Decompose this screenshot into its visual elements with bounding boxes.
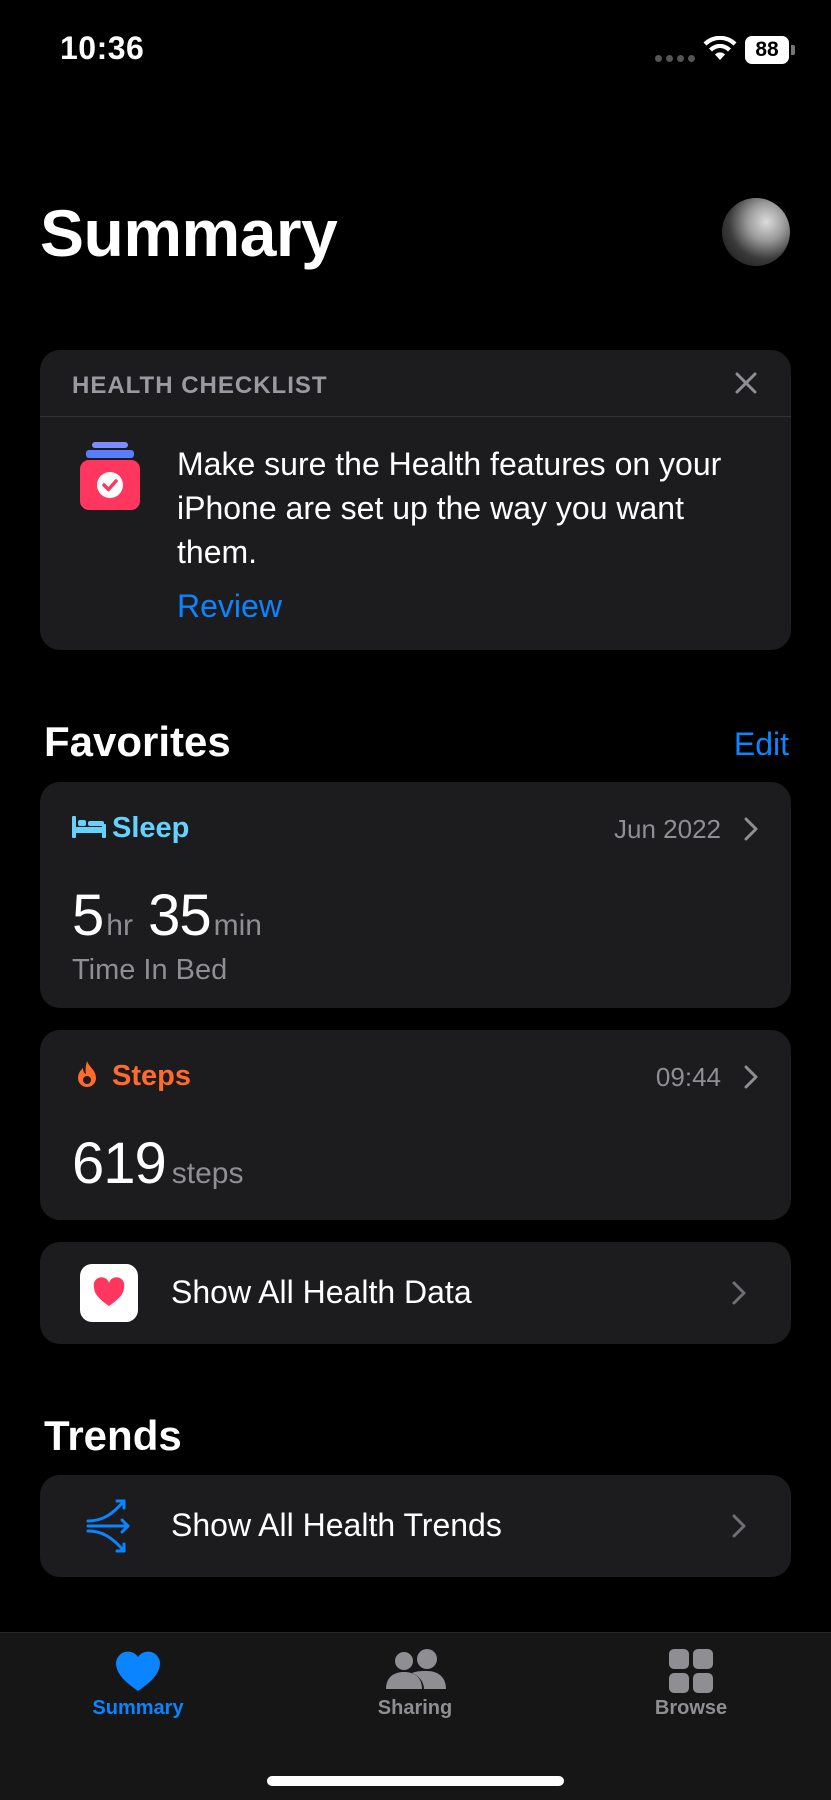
checklist-title: HEALTH CHECKLIST bbox=[72, 372, 328, 399]
status-bar: 10:36 88 bbox=[0, 0, 831, 100]
tab-summary[interactable]: Summary bbox=[48, 1649, 228, 1720]
checklist-icon bbox=[80, 442, 140, 510]
show-all-health-trends-row[interactable]: Show All Health Trends bbox=[40, 1475, 791, 1577]
trends-icon bbox=[86, 1499, 130, 1553]
sleep-minutes-unit: min bbox=[213, 909, 262, 942]
heart-icon bbox=[93, 1277, 125, 1306]
sleep-value: 5 hr 35 min bbox=[72, 882, 262, 949]
review-link[interactable]: Review bbox=[177, 588, 282, 625]
show-all-health-data-label: Show All Health Data bbox=[171, 1274, 472, 1310]
steps-timestamp: 09:44 bbox=[655, 1062, 721, 1092]
wifi-icon bbox=[703, 36, 737, 60]
battery-cap bbox=[791, 45, 795, 55]
checklist-message: Make sure the Health features on your iP… bbox=[177, 446, 722, 570]
summary-screen: 10:36 88 Summary HEALTH CHECKLIST Make s… bbox=[0, 0, 831, 1800]
steps-label: Steps bbox=[112, 1060, 191, 1092]
tab-bar: Summary Sharing Browse bbox=[0, 1632, 831, 1800]
tab-browse-label: Browse bbox=[654, 1697, 728, 1719]
steps-unit: steps bbox=[171, 1157, 244, 1190]
sleep-timestamp: Jun 2022 bbox=[614, 814, 721, 844]
sleep-hours-unit: hr bbox=[106, 909, 133, 942]
profile-avatar[interactable] bbox=[722, 198, 790, 266]
health-checklist-card: HEALTH CHECKLIST Make sure the Health fe… bbox=[40, 350, 791, 650]
checklist-header: HEALTH CHECKLIST bbox=[40, 350, 791, 417]
people-icon bbox=[386, 1649, 446, 1689]
steps-count: 619 bbox=[72, 1131, 167, 1196]
sleep-minutes: 35 bbox=[148, 883, 212, 948]
status-time: 10:36 bbox=[60, 30, 145, 66]
edit-favorites-button[interactable]: Edit bbox=[734, 726, 789, 763]
bed-icon bbox=[72, 816, 106, 838]
sleep-label: Sleep bbox=[112, 812, 190, 844]
heart-icon bbox=[116, 1651, 160, 1691]
tab-sharing[interactable]: Sharing bbox=[325, 1649, 505, 1720]
grid-icon bbox=[669, 1649, 713, 1693]
show-all-health-data-row[interactable]: Show All Health Data bbox=[40, 1242, 791, 1344]
cellular-signal-icon bbox=[655, 55, 695, 62]
health-app-icon bbox=[80, 1264, 138, 1322]
page-title: Summary bbox=[40, 196, 338, 270]
flame-icon bbox=[78, 1061, 96, 1087]
close-icon[interactable] bbox=[733, 370, 759, 396]
chevron-right-icon bbox=[744, 1065, 758, 1089]
steps-value: 619 steps bbox=[72, 1130, 244, 1197]
sleep-hours: 5 bbox=[72, 883, 104, 948]
chevron-right-icon bbox=[732, 1281, 746, 1305]
trends-section-title: Trends bbox=[44, 1412, 182, 1459]
show-all-health-trends-label: Show All Health Trends bbox=[171, 1507, 502, 1543]
tab-browse[interactable]: Browse bbox=[601, 1649, 781, 1720]
tab-summary-label: Summary bbox=[92, 1697, 184, 1719]
battery-level: 88 bbox=[755, 38, 779, 61]
steps-favorite-card[interactable]: Steps 09:44 619 steps bbox=[40, 1030, 791, 1220]
battery-indicator: 88 bbox=[745, 36, 789, 64]
tab-sharing-label: Sharing bbox=[377, 1697, 453, 1719]
sleep-caption: Time In Bed bbox=[72, 954, 228, 986]
favorites-section-title: Favorites bbox=[44, 718, 231, 765]
chevron-right-icon bbox=[732, 1514, 746, 1538]
chevron-right-icon bbox=[744, 817, 758, 841]
sleep-favorite-card[interactable]: Sleep Jun 2022 5 hr 35 min Time In Bed bbox=[40, 782, 791, 1008]
home-indicator[interactable] bbox=[267, 1776, 564, 1786]
